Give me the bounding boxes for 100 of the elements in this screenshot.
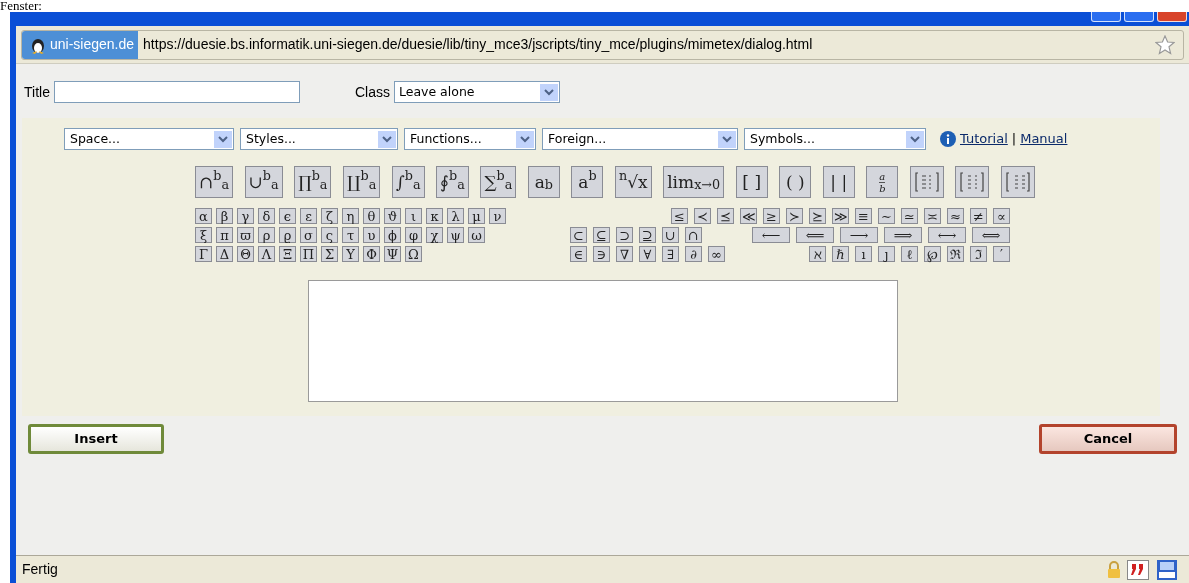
symbol-button[interactable]: ϕ — [384, 227, 401, 243]
dropdown[interactable]: Functions... — [404, 128, 536, 150]
fraction-button[interactable]: a b — [866, 166, 899, 198]
symbol-button[interactable]: ν — [489, 208, 506, 224]
dropdown[interactable]: Foreign... — [542, 128, 738, 150]
matrix-button[interactable] — [955, 166, 990, 198]
minimize-button[interactable] — [1091, 12, 1121, 22]
symbol-button[interactable]: ⊇ — [639, 227, 656, 243]
symbol-button[interactable]: ⟵ — [752, 227, 790, 243]
symbol-button[interactable]: μ — [468, 208, 485, 224]
symbol-button[interactable]: η — [342, 208, 359, 224]
symbol-button[interactable]: ≈ — [947, 208, 964, 224]
symbol-button[interactable]: ι — [405, 208, 422, 224]
quote-icon[interactable] — [1127, 559, 1149, 580]
symbol-button[interactable]: ≥ — [763, 208, 780, 224]
help-link[interactable]: Manual — [1020, 129, 1068, 149]
symbol-button[interactable]: σ — [300, 227, 317, 243]
symbol-button[interactable]: ℜ — [947, 246, 964, 262]
symbol-button[interactable]: ≍ — [924, 208, 941, 224]
symbol-button[interactable]: ⟶ — [840, 227, 878, 243]
symbol-button[interactable]: ℑ — [970, 246, 987, 262]
symbol-button[interactable]: ∪ — [662, 227, 679, 243]
symbol-button[interactable]: ȷ — [878, 246, 895, 262]
symbol-button[interactable]: υ — [363, 227, 380, 243]
help-link[interactable]: Tutorial — [960, 129, 1008, 149]
class-dropdown[interactable]: Leave alone — [393, 81, 560, 103]
symbol-button[interactable]: Ω — [405, 246, 422, 262]
symbol-button[interactable]: ϑ — [384, 208, 401, 224]
symbol-button[interactable]: ≠ — [970, 208, 987, 224]
symbol-button[interactable]: Σ — [321, 246, 338, 262]
symbol-button[interactable]: ⟹ — [884, 227, 922, 243]
symbol-button[interactable]: Ξ — [279, 246, 296, 262]
symbol-button[interactable]: ∞ — [708, 246, 725, 262]
symbol-button[interactable]: ∋ — [593, 246, 610, 262]
symbol-button[interactable]: ⟸ — [796, 227, 834, 243]
symbol-button[interactable]: β — [216, 208, 233, 224]
symbol-button[interactable]: Φ — [363, 246, 380, 262]
symbol-button[interactable]: ∝ — [993, 208, 1010, 224]
symbol-button[interactable]: Λ — [258, 246, 275, 262]
symbol-button[interactable]: γ — [237, 208, 254, 224]
symbol-button[interactable]: ξ — [195, 227, 212, 243]
symbol-button[interactable]: λ — [447, 208, 464, 224]
symbol-button[interactable]: ϱ — [279, 227, 296, 243]
symbol-button[interactable]: ℓ — [901, 246, 918, 262]
symbol-button[interactable]: ε — [300, 208, 317, 224]
symbol-button[interactable]: ⊆ — [593, 227, 610, 243]
symbol-button[interactable]: ℵ — [809, 246, 826, 262]
symbol-button[interactable]: lim$_{x→0}$ — [663, 166, 725, 198]
maximize-button[interactable] — [1124, 12, 1154, 22]
dropdown[interactable]: Styles... — [240, 128, 398, 150]
symbol-button[interactable]: φ — [405, 227, 422, 243]
symbol-button[interactable]: ς — [321, 227, 338, 243]
symbol-button[interactable]: ⟺ — [972, 227, 1010, 243]
symbol-button[interactable]: Θ — [237, 246, 254, 262]
symbol-button[interactable]: Π — [300, 246, 317, 262]
symbol-button[interactable]: τ — [342, 227, 359, 243]
symbol-button[interactable]: ⪯ — [717, 208, 734, 224]
formula-input[interactable] — [308, 280, 898, 402]
symbol-button[interactable]: θ — [363, 208, 380, 224]
address-bar[interactable]: uni-siegen.de https://duesie.bs.informatik.uni-siegen.de/duesie/lib/tiny_mce3/jscripts/tiny_mce/plugins/mimetex/dialog.html — [21, 29, 1184, 60]
symbol-button[interactable]: Ψ — [384, 246, 401, 262]
dropdown[interactable]: Symbols... — [744, 128, 926, 150]
symbol-button[interactable]: ∼ — [878, 208, 895, 224]
symbol-button[interactable]: ⟷ — [928, 227, 966, 243]
symbol-button[interactable]: ∩ — [685, 227, 702, 243]
symbol-button[interactable]: ⪰ — [809, 208, 826, 224]
symbol-button[interactable]: ı — [855, 246, 872, 262]
symbol-button[interactable]: Γ — [195, 246, 212, 262]
symbol-button[interactable]: ϵ — [279, 208, 296, 224]
symbol-button[interactable]: ℘ — [924, 246, 941, 262]
symbol-button[interactable]: ≡ — [855, 208, 872, 224]
star-icon[interactable] — [1155, 34, 1175, 55]
symbol-button[interactable]: ⊃ — [616, 227, 633, 243]
symbol-button[interactable]: ω — [468, 227, 485, 243]
symbol-button[interactable]: ∂ — [685, 246, 702, 262]
symbol-button[interactable]: α — [195, 208, 212, 224]
insert-button[interactable]: Insert — [28, 424, 164, 454]
symbol-button[interactable]: ∈ — [570, 246, 587, 262]
matrix-button[interactable] — [1000, 166, 1035, 198]
symbol-button[interactable]: ≫ — [832, 208, 849, 224]
symbol-button[interactable]: ′ — [993, 246, 1010, 262]
symbol-button[interactable]: χ — [426, 227, 443, 243]
symbol-button[interactable]: ℏ — [832, 246, 849, 262]
symbol-button[interactable]: ( ) — [779, 166, 812, 198]
matrix-button[interactable] — [909, 166, 944, 198]
symbol-button[interactable]: π — [216, 227, 233, 243]
symbol-button[interactable]: κ — [426, 208, 443, 224]
symbol-button[interactable]: Δ — [216, 246, 233, 262]
symbol-button[interactable]: Υ — [342, 246, 359, 262]
title-field[interactable] — [53, 81, 300, 103]
symbol-button[interactable]: [ ] — [735, 166, 768, 198]
dropdown[interactable]: Space... — [64, 128, 234, 150]
cancel-button[interactable]: Cancel — [1039, 424, 1177, 454]
symbol-button[interactable]: | | — [822, 166, 855, 198]
symbol-button[interactable]: $^{n}$√x — [614, 166, 652, 198]
symbol-button[interactable]: ζ — [321, 208, 338, 224]
symbol-button[interactable]: ψ — [447, 227, 464, 243]
symbol-button[interactable]: ∀ — [639, 246, 656, 262]
symbol-button[interactable]: ∃ — [662, 246, 679, 262]
symbol-button[interactable]: ≻ — [786, 208, 803, 224]
